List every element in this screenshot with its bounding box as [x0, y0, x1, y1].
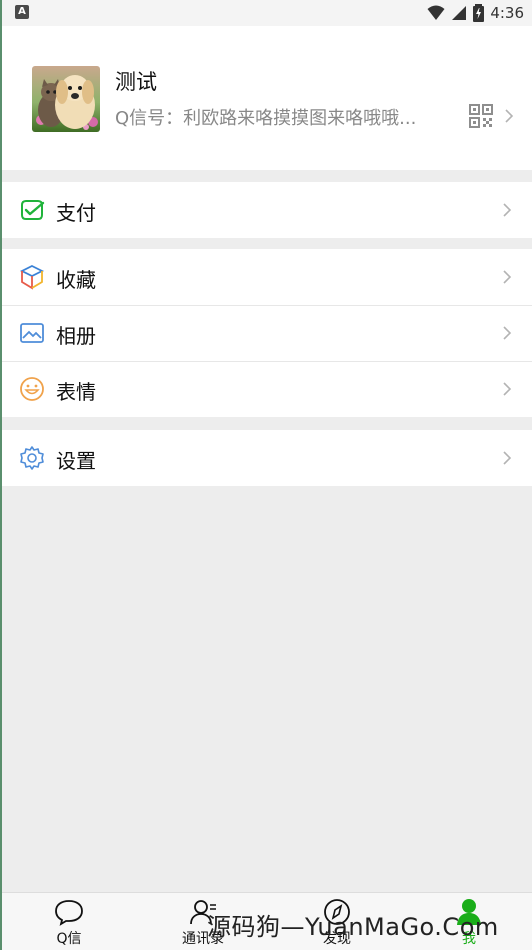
- tab-label-chats: Q信: [56, 931, 82, 947]
- chevron-right-icon: [503, 270, 512, 284]
- menu-group-settings: 设置: [2, 430, 532, 486]
- status-bar: A 4:36: [2, 0, 532, 26]
- chevron-right-icon: [503, 326, 512, 340]
- watermark-text: 源码狗—YuanMaGo.Com: [207, 913, 499, 941]
- gear-icon: [20, 446, 44, 470]
- status-right-cluster: 4:36: [427, 3, 524, 23]
- cellular-signal-icon: [452, 6, 467, 20]
- album-picture-icon: [20, 323, 44, 343]
- profile-chevron-right-icon: [505, 109, 514, 123]
- chevron-right-icon: [503, 451, 512, 465]
- status-time: 4:36: [490, 4, 524, 22]
- menu-label-stickers: 表情: [56, 380, 96, 404]
- tab-chats[interactable]: Q信: [24, 893, 114, 950]
- screen: A 4:36 测试 Q信号：利欧路来咯摸摸图来咯哦哦... 支付 收藏 相册 表…: [0, 0, 532, 950]
- status-app-badge: A: [15, 5, 29, 19]
- smiley-face-icon: [20, 377, 44, 401]
- avatar[interactable]: [32, 66, 100, 132]
- menu-item-payment[interactable]: 支付: [2, 182, 532, 238]
- battery-charging-icon: [473, 4, 485, 22]
- chevron-right-icon: [503, 382, 512, 396]
- menu-label-settings: 设置: [56, 449, 96, 473]
- menu-group-payment: 支付: [2, 182, 532, 238]
- favorites-cube-icon: [19, 264, 45, 290]
- wifi-icon: [427, 5, 445, 20]
- menu-item-settings[interactable]: 设置: [2, 430, 532, 486]
- menu-item-stickers[interactable]: 表情: [2, 361, 532, 417]
- avatar-image: [32, 66, 100, 132]
- menu-item-favorites[interactable]: 收藏: [2, 249, 532, 305]
- menu-label-favorites: 收藏: [56, 268, 96, 292]
- profile-card[interactable]: 测试 Q信号：利欧路来咯摸摸图来咯哦哦...: [2, 26, 532, 170]
- profile-id: Q信号：利欧路来咯摸摸图来咯哦哦...: [115, 108, 417, 129]
- chat-bubble-icon: [55, 900, 83, 926]
- menu-label-album: 相册: [56, 324, 96, 348]
- payment-check-icon: [21, 200, 45, 220]
- menu-group-collections: 收藏 相册 表情: [2, 249, 532, 417]
- qr-code-icon[interactable]: [469, 104, 493, 128]
- chevron-right-icon: [503, 203, 512, 217]
- menu-item-album[interactable]: 相册: [2, 305, 532, 361]
- menu-label-payment: 支付: [56, 201, 96, 225]
- profile-name: 测试: [115, 70, 157, 94]
